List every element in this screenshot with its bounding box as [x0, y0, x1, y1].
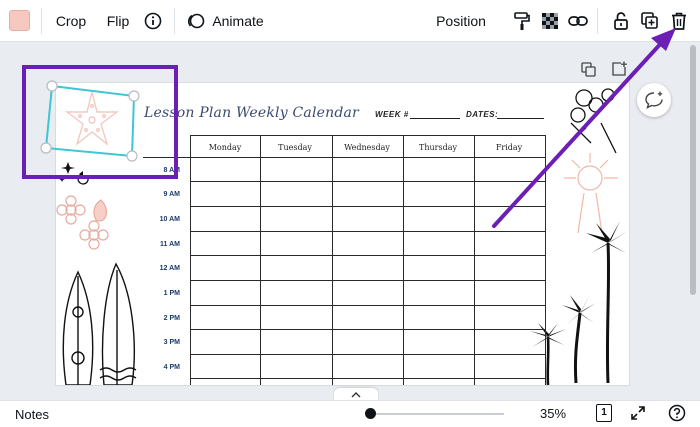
- time-label: 11 AM: [160, 241, 180, 248]
- time-label: 12 AM: [159, 265, 180, 272]
- animate-button[interactable]: Animate: [210, 0, 266, 42]
- grid-line: [190, 231, 545, 232]
- grid-line: [190, 135, 191, 385]
- time-label: 10 AM: [159, 216, 180, 223]
- time-label: 1 PM: [163, 290, 180, 297]
- grid-line: [190, 181, 545, 182]
- toolbar-divider: [597, 8, 598, 34]
- grid-line: [260, 135, 261, 385]
- week-field-line: [410, 118, 460, 119]
- flip-button[interactable]: Flip: [100, 0, 136, 42]
- grid-line: [143, 157, 545, 158]
- zoom-slider-thumb[interactable]: [365, 408, 377, 419]
- week-label: WEEK #: [375, 110, 409, 119]
- grid-line: [190, 329, 545, 330]
- highlight-box: [22, 65, 178, 179]
- toolbar-divider: [174, 8, 175, 34]
- chevron-up-icon: [351, 391, 361, 397]
- grid-line: [190, 206, 545, 207]
- add-comment-button[interactable]: [637, 83, 671, 117]
- info-icon[interactable]: [142, 0, 164, 42]
- time-label: 9 AM: [163, 191, 180, 198]
- crop-button[interactable]: Crop: [50, 0, 92, 42]
- surfboard-illustration: [62, 262, 137, 385]
- day-header: Monday: [208, 143, 242, 152]
- time-label: 4 PM: [163, 364, 180, 371]
- flower-illustration: [56, 195, 109, 250]
- help-icon[interactable]: [668, 404, 688, 424]
- duplicate-page-icon[interactable]: [578, 59, 600, 81]
- day-header: Thursday: [419, 143, 457, 152]
- grid-line: [190, 280, 545, 281]
- grid-line: [190, 354, 545, 355]
- editor-toolbar: Crop Flip Animate Position: [0, 0, 700, 42]
- notes-button[interactable]: Notes: [15, 407, 49, 422]
- dates-field-line: [497, 118, 544, 119]
- bottom-bar: Notes 35% 1: [0, 400, 700, 427]
- add-page-icon[interactable]: [608, 58, 630, 80]
- scrollbar-thumb[interactable]: [690, 45, 696, 295]
- grid-line: [190, 305, 545, 306]
- grid-line: [190, 135, 545, 136]
- page-count-button[interactable]: 1: [596, 404, 612, 422]
- day-header: Friday: [495, 143, 523, 152]
- time-label: 2 PM: [163, 315, 180, 322]
- position-button[interactable]: Position: [433, 0, 489, 42]
- time-label: 3 PM: [163, 339, 180, 346]
- grid-line: [545, 135, 546, 385]
- color-swatch[interactable]: [9, 10, 30, 31]
- fullscreen-icon[interactable]: [630, 405, 648, 423]
- duplicate-icon[interactable]: [638, 0, 662, 42]
- lock-icon[interactable]: [609, 0, 633, 42]
- paint-roller-icon[interactable]: [510, 0, 534, 42]
- toolbar-divider: [41, 8, 42, 34]
- link-icon[interactable]: [566, 0, 590, 42]
- grid-line: [190, 378, 545, 379]
- grid-line: [190, 255, 545, 256]
- grid-line: [474, 135, 475, 385]
- day-header: Wednesday: [344, 143, 390, 152]
- vertical-scrollbar[interactable]: [688, 45, 698, 395]
- zoom-slider[interactable]: [366, 413, 504, 415]
- transparency-icon[interactable]: [538, 0, 562, 42]
- animate-icon[interactable]: [184, 0, 208, 42]
- day-header: Tuesday: [278, 143, 312, 152]
- grid-line: [403, 135, 404, 385]
- grid-line: [332, 135, 333, 385]
- dates-label: DATES:: [466, 110, 499, 119]
- trash-icon[interactable]: [667, 0, 691, 42]
- zoom-level[interactable]: 35%: [540, 406, 566, 421]
- comment-icon: [645, 91, 663, 109]
